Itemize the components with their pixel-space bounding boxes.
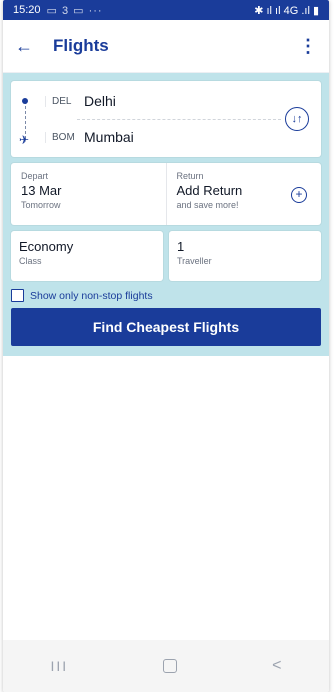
route-card: ✈ DEL Delhi BOM Mumbai ↓↑ [11, 81, 321, 157]
status-time: 15:20 [13, 4, 41, 16]
route-divider [77, 119, 281, 120]
return-field[interactable]: Return Add Return and save more! + [165, 163, 322, 225]
depart-field[interactable]: Depart 13 Mar Tomorrow [11, 163, 166, 225]
dates-card: Depart 13 Mar Tomorrow Return Add Return… [11, 163, 321, 225]
traveller-label: Traveller [177, 256, 212, 266]
depart-date: 13 Mar [21, 183, 62, 198]
origin-dot-icon [22, 98, 28, 104]
system-nav-bar: III < [3, 640, 329, 692]
search-panel: ✈ DEL Delhi BOM Mumbai ↓↑ Depart 13 Mar … [3, 73, 329, 356]
travel-options-row: Economy Class 1 Traveller [11, 231, 321, 281]
class-label: Class [19, 256, 42, 266]
origin-field[interactable]: DEL Delhi [45, 93, 116, 109]
origin-code: DEL [45, 95, 84, 107]
depart-label: Depart [21, 171, 49, 181]
notification-icons: ▭ 3 ▭ ··· [46, 4, 103, 17]
status-right: ✱ ıl ıl 4G .ıl ▮ [254, 4, 319, 17]
origin-city: Delhi [84, 93, 116, 109]
nonstop-label[interactable]: Show only non-stop flights [30, 290, 153, 302]
page-title: Flights [53, 36, 109, 55]
status-left: 15:20 ▭ 3 ▭ ··· [13, 4, 103, 17]
recents-icon[interactable]: III [50, 658, 68, 674]
home-icon[interactable] [163, 659, 178, 673]
traveller-value: 1 [177, 239, 185, 254]
arrow-left-icon[interactable]: ← [15, 36, 33, 57]
nonstop-row: Show only non-stop flights [11, 289, 321, 302]
class-field[interactable]: Economy Class [11, 231, 163, 281]
destination-field[interactable]: BOM Mumbai [45, 129, 134, 145]
return-sub: and save more! [176, 200, 239, 210]
destination-city: Mumbai [84, 129, 134, 145]
return-label: Return [176, 171, 204, 181]
system-icons: ✱ ıl ıl 4G .ıl ▮ [254, 4, 319, 17]
status-bar: 15:20 ▭ 3 ▭ ··· ✱ ıl ıl 4G .ıl ▮ [3, 0, 329, 20]
nonstop-checkbox[interactable] [11, 289, 24, 302]
class-value: Economy [19, 239, 74, 254]
app-bar: ← Flights ⋮ [3, 20, 329, 73]
traveller-field[interactable]: 1 Traveller [169, 231, 321, 281]
phone-frame: 15:20 ▭ 3 ▭ ··· ✱ ıl ıl 4G .ıl ▮ ← Fligh… [3, 0, 329, 692]
back-icon[interactable]: < [272, 657, 281, 675]
more-vertical-icon[interactable]: ⋮ [299, 36, 317, 57]
plane-icon: ✈ [19, 133, 30, 147]
destination-code: BOM [45, 131, 84, 143]
depart-sub: Tomorrow [21, 200, 61, 210]
swap-icon[interactable]: ↓↑ [285, 107, 309, 131]
add-return-icon[interactable]: + [291, 187, 307, 203]
find-cheapest-flights-button[interactable]: Find Cheapest Flights [11, 308, 321, 346]
